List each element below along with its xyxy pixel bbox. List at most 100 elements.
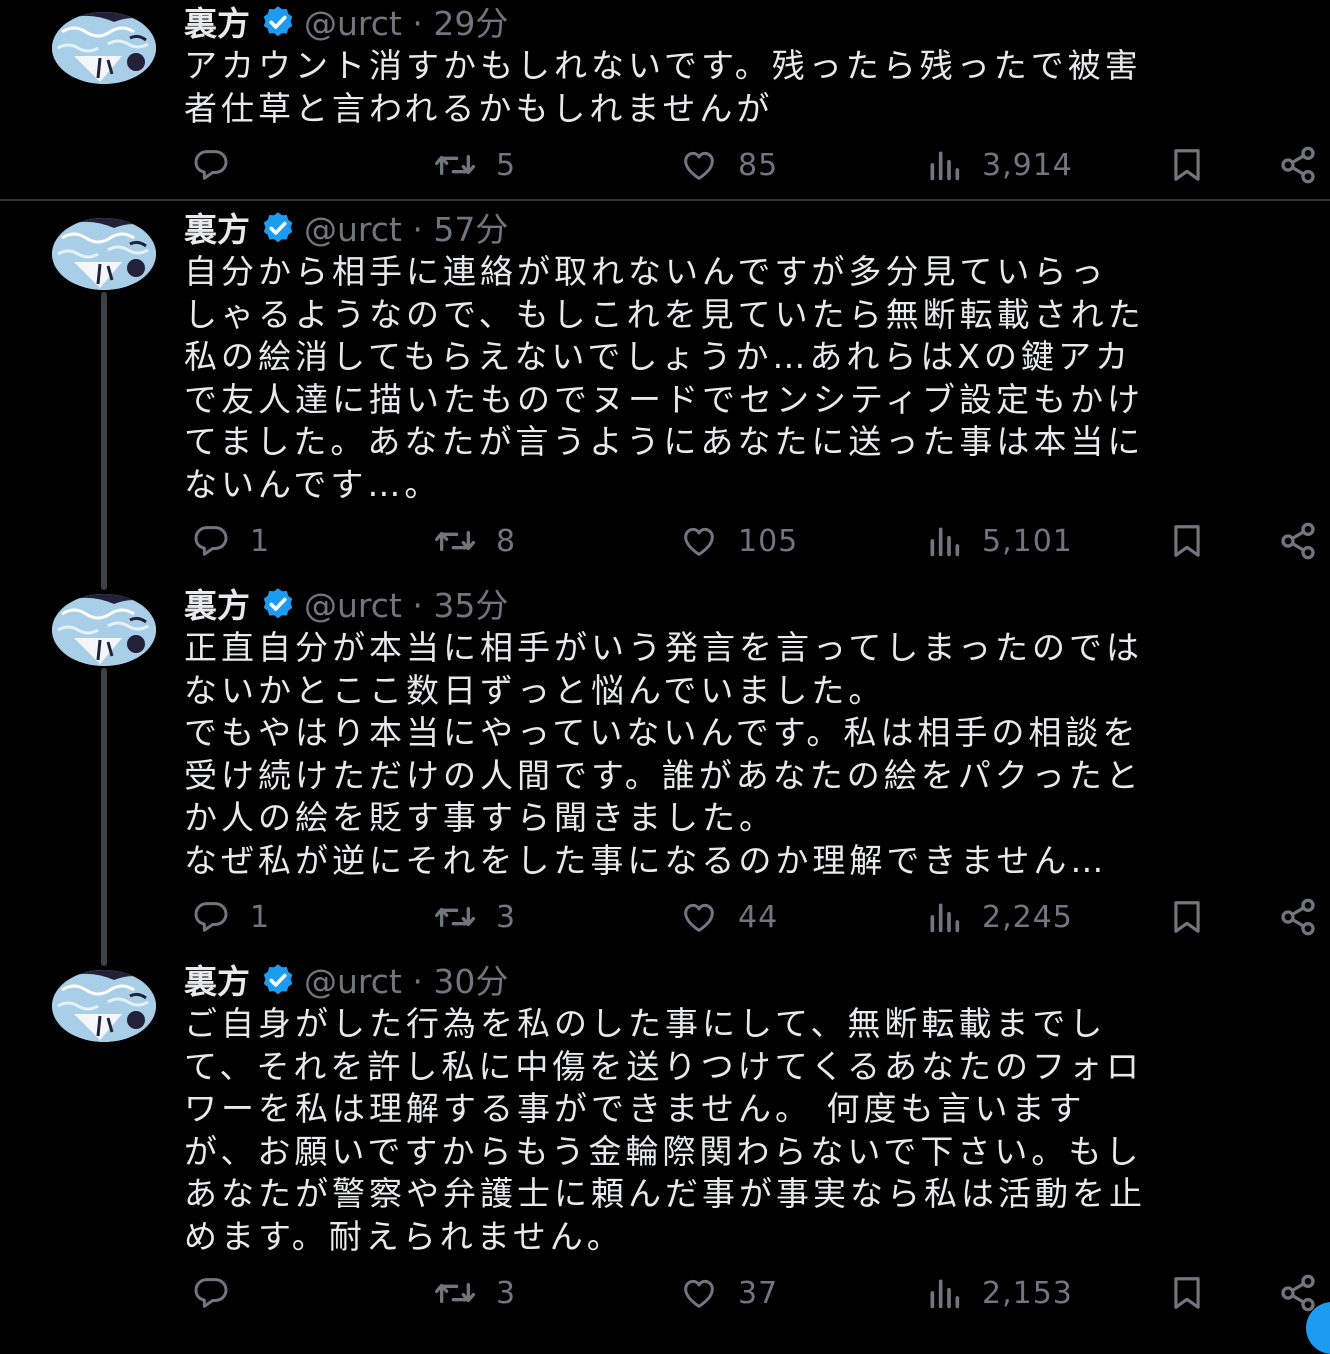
share-button[interactable] (1276, 521, 1320, 561)
reply-icon (194, 526, 228, 556)
share-icon (1281, 146, 1315, 184)
retweet-button[interactable]: 5 (432, 145, 516, 185)
like-count: 44 (738, 899, 779, 935)
user-handle[interactable]: @urct (304, 962, 402, 1001)
avatar[interactable] (52, 594, 156, 666)
views-icon (930, 1279, 960, 1309)
tweet-text-line: でもやはり本当にやっていないんです。私は相手の相談を (184, 713, 1140, 753)
verified-badge-icon (260, 210, 296, 255)
bookmark-icon (1174, 1277, 1200, 1309)
views-icon (930, 903, 960, 933)
like-button[interactable]: 85 (678, 145, 778, 185)
retweet-icon (434, 1283, 475, 1303)
user-handle[interactable]: @urct (304, 4, 402, 43)
retweet-count: 5 (496, 147, 517, 183)
retweet-count: 3 (496, 1275, 517, 1311)
like-button[interactable]: 44 (678, 897, 778, 937)
view-count: 5,101 (982, 523, 1073, 559)
tweet-header: 裏方 @urct · 35分 (184, 586, 508, 626)
tweet[interactable]: 裏方 @urct · 30分 ご自身がした行為を私のした事にして、無断転載までし … (0, 958, 1330, 1330)
tweet[interactable]: 裏方 @urct · 57分 自分から相手に連絡が取れないんですが多分見ていらっ … (0, 206, 1330, 576)
views-icon (930, 527, 960, 557)
tweet-text-line: ないかとここ数日ずっと悩んでいました。 (184, 670, 886, 710)
views-button[interactable]: 2,153 (924, 1273, 1073, 1313)
retweet-count: 3 (496, 899, 517, 935)
view-count: 3,914 (982, 147, 1073, 183)
reply-button[interactable]: 1 (190, 897, 270, 937)
timestamp[interactable]: 35分 (433, 586, 508, 625)
heart-icon (684, 151, 714, 180)
heart-icon (684, 1279, 714, 1308)
tweet-text-line: ないんです…。 (184, 464, 442, 504)
tweet-text-line: 私の絵消してもらえないでしょうか…あれらはXの鍵アカ (184, 337, 1132, 377)
retweet-button[interactable]: 3 (432, 897, 516, 937)
bookmark-button[interactable] (1168, 521, 1206, 561)
retweet-button[interactable]: 3 (432, 1273, 516, 1313)
tweet-text-line: しゃるようなので、もしこれを見ていたら無断転載された (184, 294, 1145, 334)
separator-dot: · (412, 586, 423, 625)
tweet-text-line: ご自身がした行為を私のした事にして、無断転載までし (184, 1004, 1107, 1043)
tweet-text-line: めます。耐えられません。 (184, 1216, 624, 1256)
tweet-text-line: て、それを許し私に中傷を送りつけてくるあなたのフォロ (184, 1046, 1144, 1086)
reply-button[interactable] (190, 145, 250, 185)
tweet-text: アカウント消すかもしれないです。残ったら残ったで被害 者仕草と言われるかもしれま… (184, 45, 1330, 130)
tweet[interactable]: 裏方 @urct · 35分 正直自分が本当に相手がいう発言を言ってしまったのでは… (0, 582, 1330, 952)
share-button[interactable] (1276, 145, 1320, 185)
timestamp[interactable]: 29分 (433, 4, 508, 43)
user-handle[interactable]: @urct (304, 586, 402, 625)
bookmark-icon (1174, 149, 1200, 181)
avatar[interactable] (52, 970, 156, 1042)
retweet-count: 8 (496, 523, 517, 559)
like-button[interactable]: 37 (678, 1273, 778, 1313)
display-name[interactable]: 裏方 (184, 586, 250, 625)
reply-count: 1 (250, 523, 271, 559)
share-button[interactable] (1276, 897, 1320, 937)
share-button[interactable] (1276, 1273, 1320, 1313)
tweet-text-line: アカウント消すかもしれないです。残ったら残ったで被害 (184, 46, 1142, 85)
tweet[interactable]: 裏方 @urct · 29分 アカウント消すかもしれないです。残ったら残ったで被害… (0, 0, 1330, 198)
view-count: 2,153 (982, 1275, 1073, 1311)
tweet-text-line: 受け続けただけの人間です。誰があなたの絵をパクったと (184, 755, 1143, 795)
tweet-text-line: 自分から相手に連絡が取れないんですが多分見ていらっ (184, 252, 1108, 291)
like-count: 37 (738, 1275, 779, 1311)
views-icon (930, 151, 960, 181)
avatar[interactable] (52, 12, 156, 84)
avatar-image (52, 970, 156, 1042)
bookmark-button[interactable] (1168, 1273, 1206, 1313)
avatar-image (52, 594, 156, 666)
tweet-header: 裏方 @urct · 57分 (184, 210, 508, 250)
views-button[interactable]: 2,245 (924, 897, 1073, 937)
action-bar: 5 85 3,914 (0, 145, 1330, 185)
reply-icon (194, 902, 228, 932)
tweet-divider (0, 199, 1330, 201)
views-button[interactable]: 3,914 (924, 145, 1073, 185)
tweet-text: 正直自分が本当に相手がいう発言を言ってしまったのでは ないかとここ数日ずっと悩ん… (184, 627, 1330, 883)
user-handle[interactable]: @urct (304, 210, 402, 249)
tweet-text-line: てました。あなたが言うようにあなたに送った事は本当に (184, 422, 1145, 462)
bookmark-button[interactable] (1168, 897, 1206, 937)
display-name[interactable]: 裏方 (184, 4, 250, 43)
display-name[interactable]: 裏方 (184, 962, 250, 1001)
tweet-text: 自分から相手に連絡が取れないんですが多分見ていらっ しゃるようなので、もしこれを… (184, 251, 1330, 507)
tweet-text-line: 者仕草と言われるかもしれませんが (184, 88, 774, 128)
avatar-image (52, 12, 156, 84)
retweet-icon (434, 155, 475, 175)
tweet-text-line: 正直自分が本当に相手がいう発言を言ってしまったのでは (184, 628, 1144, 667)
tweet-text: ご自身がした行為を私のした事にして、無断転載までし て、それを許し私に中傷を送り… (184, 1003, 1330, 1259)
reply-button[interactable] (190, 1273, 250, 1313)
tweet-text-line: あなたが警察や弁護士に頼んだ事が事実なら私は活動を止 (184, 1174, 1146, 1214)
verified-badge-icon (260, 586, 296, 631)
display-name[interactable]: 裏方 (184, 210, 250, 249)
action-bar: 1 8 105 5,101 (0, 521, 1330, 561)
like-button[interactable]: 105 (678, 521, 798, 561)
reply-button[interactable]: 1 (190, 521, 270, 561)
bookmark-button[interactable] (1168, 145, 1206, 185)
share-icon (1281, 522, 1315, 560)
verified-badge-icon (260, 4, 296, 49)
avatar[interactable] (52, 218, 156, 290)
views-button[interactable]: 5,101 (924, 521, 1073, 561)
timestamp[interactable]: 30分 (433, 962, 508, 1001)
timestamp[interactable]: 57分 (433, 210, 508, 249)
verified-badge-icon (260, 962, 296, 1007)
retweet-button[interactable]: 8 (432, 521, 516, 561)
